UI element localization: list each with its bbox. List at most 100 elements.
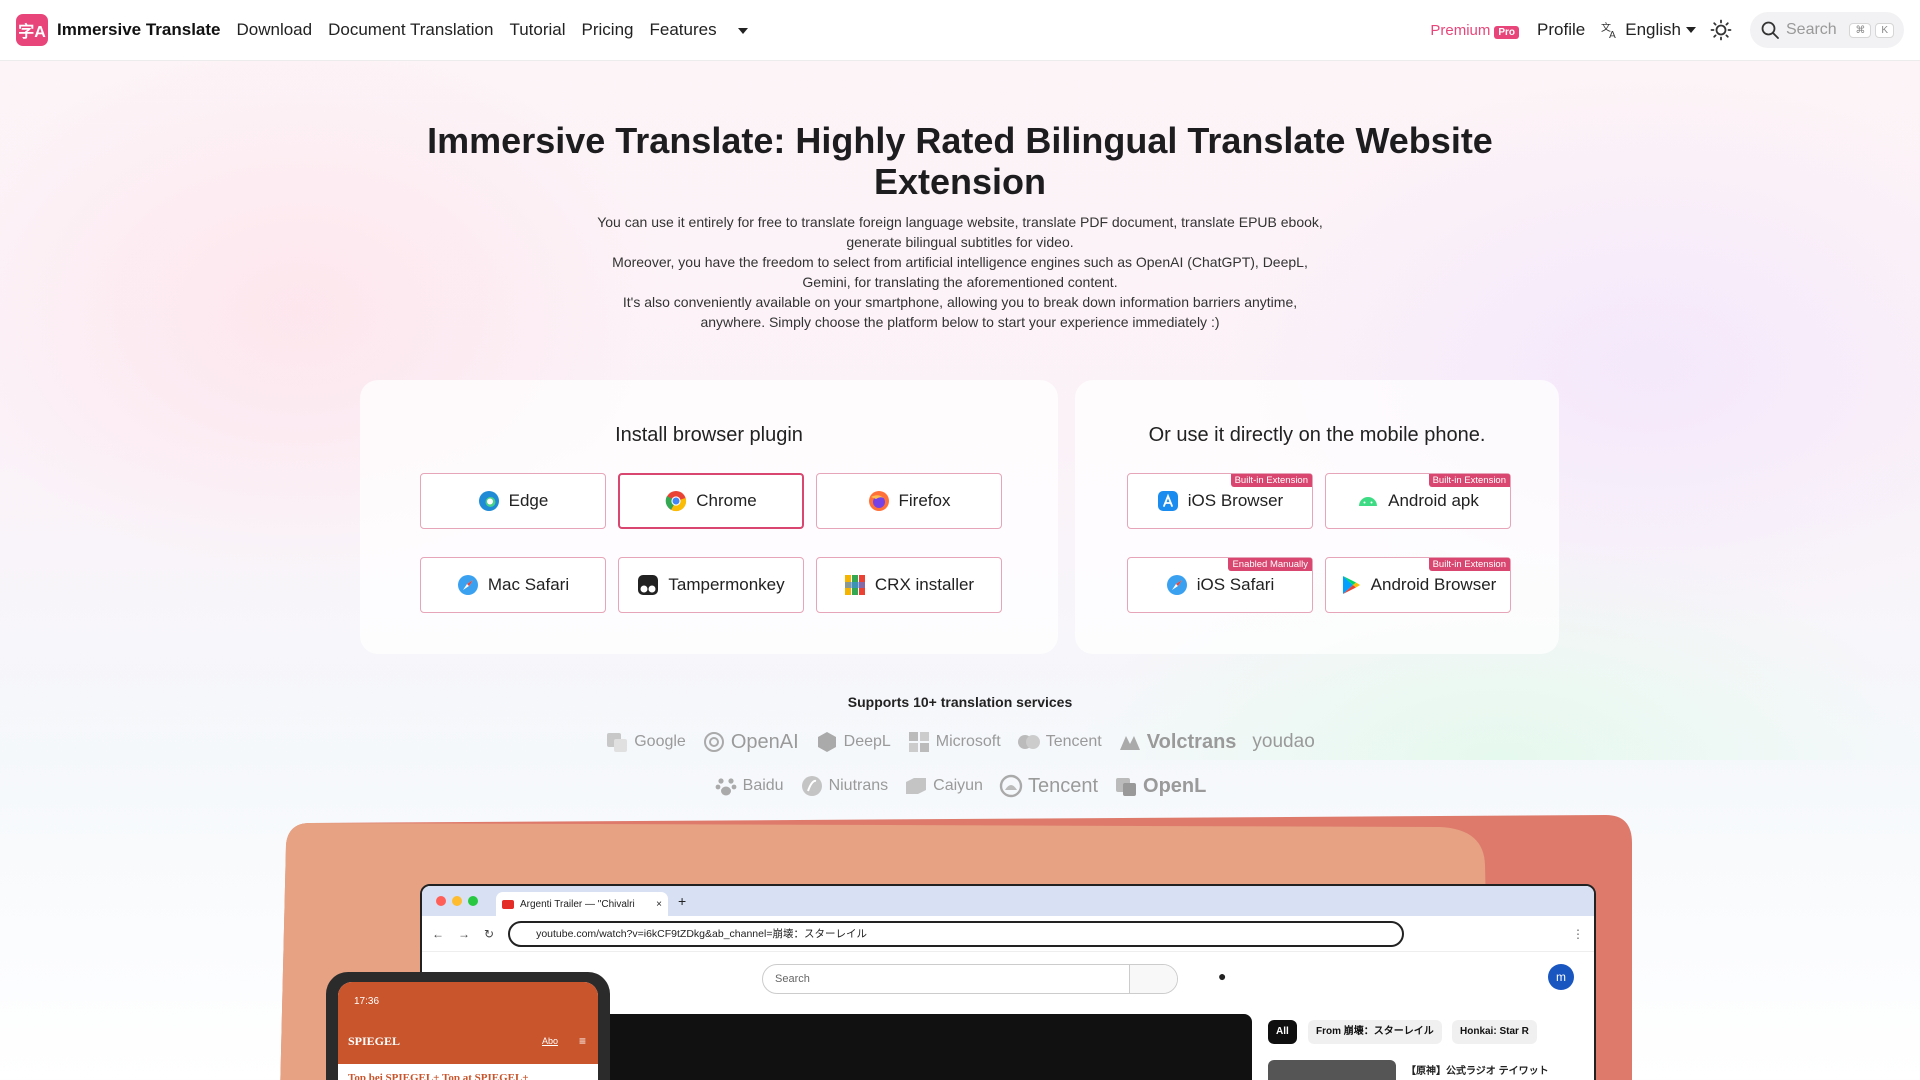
service-label: OpenAI [730, 730, 799, 753]
hero-desc-line: It's also conveniently available on your… [622, 294, 1298, 310]
service-tencent-cloud: Tencent [999, 774, 1098, 798]
search-button[interactable]: Search ⌘ K [1750, 12, 1904, 48]
video-side-title: 【原神】公式ラジオ テイワット [1406, 1066, 1549, 1077]
niutrans-icon [801, 776, 822, 796]
hero-desc-line: You can use it entirely for free to tran… [597, 214, 1323, 230]
service-label: youdao [1252, 731, 1315, 752]
pro-badge: Pro [1494, 25, 1520, 39]
mac-safari-button[interactable]: Mac Safari [420, 557, 606, 613]
android-apk-label: Android apk [1388, 491, 1479, 510]
service-label: Tencent [1027, 774, 1099, 797]
openai-icon [703, 732, 724, 752]
reload-icon: ↻ [484, 926, 495, 941]
chrome-icon [665, 491, 687, 512]
edge-icon [478, 491, 499, 511]
edge-button[interactable]: Edge [420, 473, 606, 529]
service-label: Tencent [1045, 733, 1102, 750]
baidu-paw-icon [715, 778, 737, 796]
zoom-window-icon [468, 896, 478, 906]
microphone-icon: ● [1218, 968, 1227, 984]
phone-header: 17:36 SPIEGEL Abo ≡ [338, 982, 598, 1064]
nav-features[interactable]: Features [650, 20, 748, 40]
kbd-cmd: ⌘ [1849, 22, 1872, 38]
hero-desc-line: Gemini, for translating the aforemention… [802, 274, 1118, 290]
brand-name[interactable]: Immersive Translate [57, 20, 220, 40]
service-label: Caiyun [933, 777, 983, 794]
chevron-down-icon [737, 27, 748, 34]
service-tencent: Tencent [1017, 730, 1102, 754]
service-microsoft: Microsoft [907, 730, 1001, 754]
nav-document-translation[interactable]: Document Translation [328, 20, 493, 40]
android-apk-button[interactable]: Built-in Extension Android apk [1325, 473, 1511, 529]
premium-label: Premium [1430, 21, 1491, 39]
browser-tab-title: Argenti Trailer — "Chivalri [520, 898, 635, 910]
phone-headline: Top bei SPIEGEL+ Top at SPIEGEL+ [348, 1072, 529, 1080]
tencent-cloud-icon [999, 774, 1023, 798]
chip-from-channel: From 崩壊：スターレイル [1308, 1020, 1442, 1044]
tampermonkey-icon [638, 575, 659, 595]
hero-desc-line: generate bilingual subtitles for video. [846, 234, 1074, 250]
chrome-label: Chrome [696, 491, 757, 510]
browser-tab: Argenti Trailer — "Chivalri × [496, 892, 668, 916]
avatar: m [1548, 964, 1574, 990]
phone-abo-link: Abo [541, 1036, 558, 1046]
youtube-search-placeholder: Search [775, 973, 810, 985]
services-heading: Supports 10+ translation services [847, 694, 1073, 710]
browser-address-row: ← → ↻ youtube.com/watch?v=i6kCF9tZDkg&ab… [422, 916, 1594, 952]
hamburger-menu-icon: ≡ [578, 1034, 586, 1048]
logo-icon[interactable]: 字A [16, 14, 48, 46]
browser-toolbar-icons: ⋮ [1572, 926, 1584, 941]
android-icon [1359, 497, 1378, 506]
phone-brand: SPIEGEL [348, 1034, 401, 1048]
chip-honkai: Honkai: Star R [1452, 1020, 1537, 1044]
built-in-extension-tag: Built-in Extension [1230, 474, 1312, 487]
openl-icon [1116, 778, 1137, 796]
volctrans-icon [1119, 736, 1140, 750]
hero-description: You can use it entirely for free to tran… [560, 212, 1360, 332]
service-baidu: Baidu [714, 774, 784, 798]
nav-pricing[interactable]: Pricing [582, 20, 634, 40]
deepl-icon [817, 732, 836, 752]
chevron-down-icon [1686, 27, 1696, 33]
language-label: English [1625, 20, 1681, 39]
crx-installer-button[interactable]: CRX installer [816, 557, 1002, 613]
nav-links: Download Document Translation Tutorial P… [236, 20, 763, 40]
top-navbar: 字A Immersive Translate Download Document… [0, 0, 1920, 61]
service-niutrans: Niutrans [800, 774, 888, 798]
ios-safari-button[interactable]: Enabled Manually iOS Safari [1127, 557, 1313, 613]
page-title: Immersive Translate: Highly Rated Biling… [427, 120, 1493, 202]
hero-desc-line: Moreover, you have the freedom to select… [612, 254, 1308, 270]
google-translate-icon [607, 733, 628, 752]
close-window-icon [436, 896, 446, 906]
firefox-label: Firefox [898, 491, 951, 510]
search-icon [1761, 21, 1779, 39]
phone-screen: 17:36 SPIEGEL Abo ≡ Top bei SPIEGEL+ Top… [338, 982, 598, 1080]
browser-tabbar: Argenti Trailer — "Chivalri × + [422, 886, 1594, 916]
service-youdao: youdao [1252, 731, 1314, 753]
ios-browser-button[interactable]: Built-in Extension iOS Browser [1127, 473, 1313, 529]
ios-safari-label: iOS Safari [1196, 575, 1275, 594]
firefox-button[interactable]: Firefox [816, 473, 1002, 529]
youtube-favicon-icon [502, 899, 514, 909]
browser-url: youtube.com/watch?v=i6kCF9tZDkg&ab_chann… [536, 928, 867, 940]
nav-download[interactable]: Download [236, 20, 312, 40]
theme-toggle-sun-icon[interactable] [1710, 19, 1732, 41]
back-arrow-icon: ← [432, 926, 444, 941]
premium-link[interactable]: Premium Pro [1430, 21, 1520, 39]
service-label: OpenL [1143, 774, 1207, 797]
service-label: Google [634, 733, 686, 750]
minimize-window-icon [452, 896, 462, 906]
tampermonkey-button[interactable]: Tampermonkey [618, 557, 804, 613]
browser-plugin-card: Install browser plugin Edge Chrome Firef… [360, 380, 1058, 654]
chip-all: All [1268, 1020, 1297, 1044]
profile-link[interactable]: Profile [1537, 20, 1585, 40]
nav-tutorial[interactable]: Tutorial [509, 20, 565, 40]
language-selector[interactable]: 文A English [1601, 20, 1696, 40]
chrome-button[interactable]: Chrome [618, 473, 804, 529]
new-tab-icon: + [678, 893, 687, 909]
service-caiyun: Caiyun [904, 774, 983, 798]
android-browser-button[interactable]: Built-in Extension Android Browser [1325, 557, 1511, 613]
crx-installer-label: CRX installer [874, 575, 975, 594]
service-openai: OpenAI [702, 730, 799, 754]
tampermonkey-label: Tampermonkey [668, 575, 785, 594]
